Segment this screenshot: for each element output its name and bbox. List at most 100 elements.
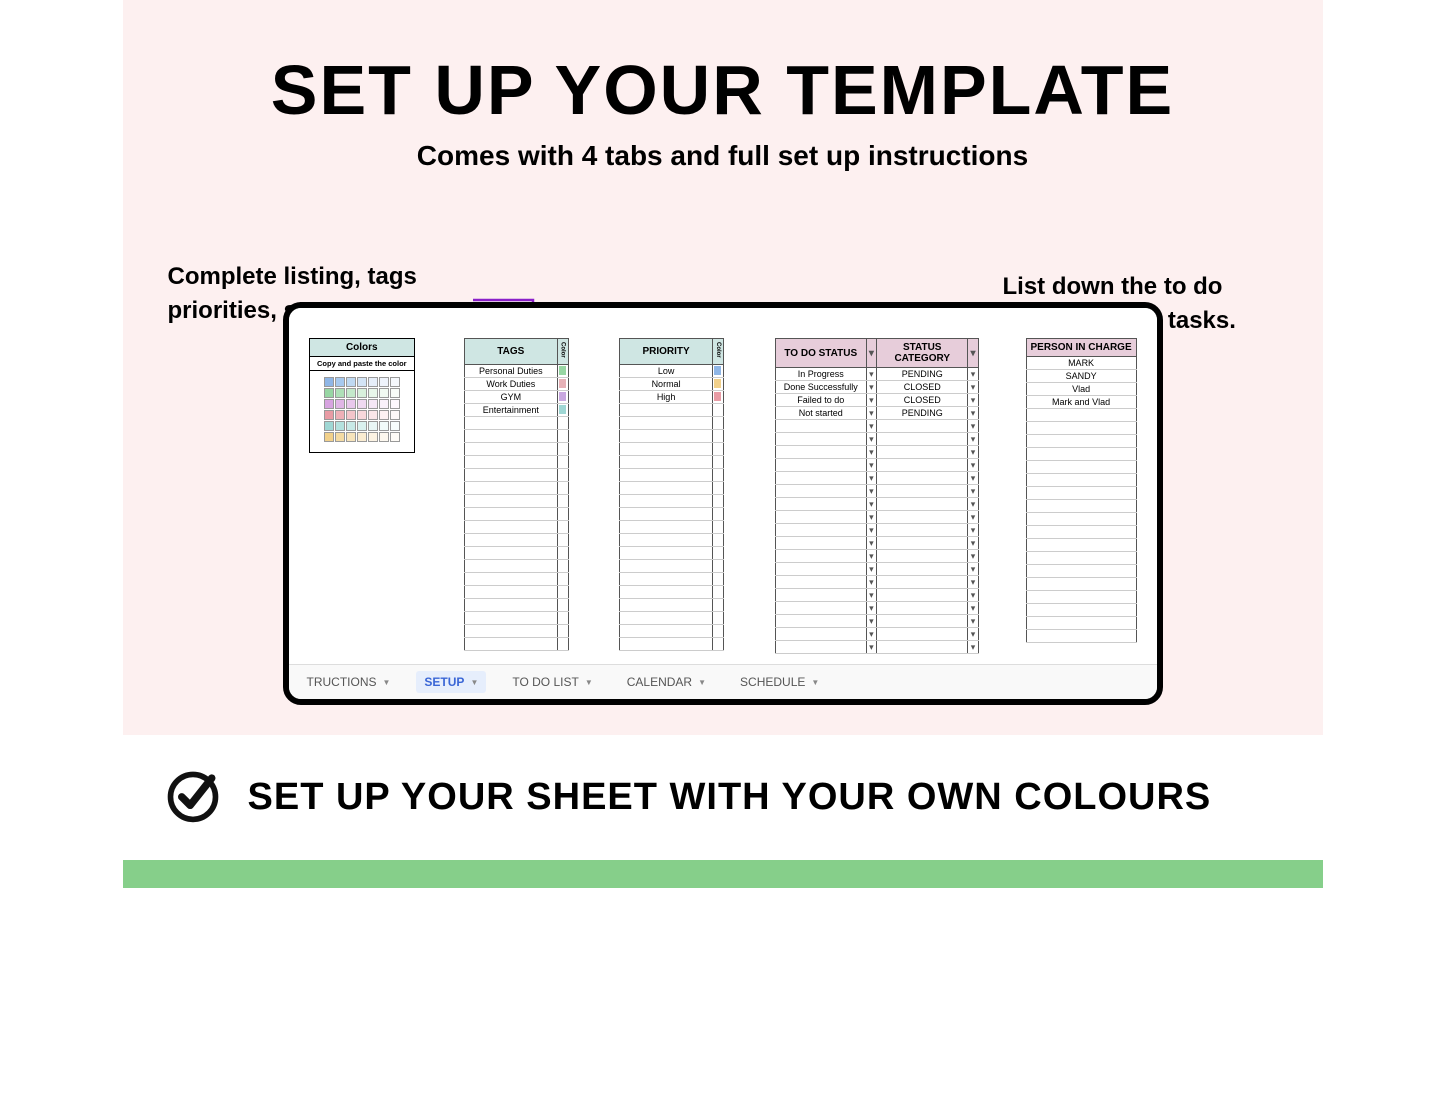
person-cell[interactable] [1026, 500, 1136, 513]
status-cell[interactable] [775, 446, 866, 459]
status-category-cell[interactable] [876, 511, 968, 524]
status-cell[interactable] [775, 563, 866, 576]
tags-color-cell[interactable] [557, 481, 568, 494]
priority-cell[interactable] [620, 455, 713, 468]
tags-cell[interactable] [464, 416, 557, 429]
color-swatch[interactable] [346, 399, 356, 409]
tags-cell[interactable] [464, 520, 557, 533]
status-category-cell[interactable] [876, 589, 968, 602]
tags-table[interactable]: TAGS Color Personal DutiesWork DutiesGYM… [464, 338, 569, 651]
color-swatch[interactable] [368, 410, 378, 420]
status-cell[interactable] [775, 472, 866, 485]
status-cell[interactable] [775, 433, 866, 446]
chevron-down-icon[interactable]: ▾ [968, 498, 978, 511]
tags-cell[interactable] [464, 585, 557, 598]
chevron-down-icon[interactable]: ▾ [866, 485, 876, 498]
status-category-cell[interactable] [876, 576, 968, 589]
color-swatch[interactable] [379, 399, 389, 409]
color-swatch[interactable] [324, 410, 334, 420]
person-cell[interactable] [1026, 539, 1136, 552]
color-swatch[interactable] [379, 432, 389, 442]
person-cell[interactable] [1026, 461, 1136, 474]
tags-cell[interactable] [464, 572, 557, 585]
tags-cell[interactable]: GYM [464, 390, 557, 403]
tags-cell[interactable] [464, 598, 557, 611]
tags-cell[interactable] [464, 611, 557, 624]
color-swatch[interactable] [357, 399, 367, 409]
person-cell[interactable]: MARK [1026, 357, 1136, 370]
priority-color-cell[interactable] [712, 559, 723, 572]
chevron-down-icon[interactable]: ▾ [866, 472, 876, 485]
priority-cell[interactable] [620, 572, 713, 585]
color-swatch[interactable] [324, 377, 334, 387]
tags-color-cell[interactable] [557, 390, 568, 403]
priority-color-cell[interactable] [712, 637, 723, 650]
status-cell[interactable] [775, 524, 866, 537]
tags-color-cell[interactable] [557, 559, 568, 572]
priority-cell[interactable] [620, 416, 713, 429]
chevron-down-icon[interactable]: ▾ [968, 563, 978, 576]
person-cell[interactable] [1026, 513, 1136, 526]
chevron-down-icon[interactable]: ▾ [968, 511, 978, 524]
status-category-cell[interactable]: CLOSED [876, 394, 968, 407]
chevron-down-icon[interactable]: ▾ [866, 381, 876, 394]
status-category-cell[interactable] [876, 628, 968, 641]
priority-color-cell[interactable] [712, 611, 723, 624]
priority-cell[interactable] [620, 546, 713, 559]
status-cell[interactable] [775, 537, 866, 550]
chevron-down-icon[interactable]: ▾ [866, 628, 876, 641]
chevron-down-icon[interactable]: ▾ [968, 641, 978, 654]
priority-color-cell[interactable] [712, 546, 723, 559]
priority-color-cell[interactable] [712, 533, 723, 546]
priority-cell[interactable] [620, 403, 713, 416]
status-cell[interactable] [775, 602, 866, 615]
status-category-cell[interactable] [876, 524, 968, 537]
status-category-cell[interactable] [876, 433, 968, 446]
tags-cell[interactable] [464, 637, 557, 650]
color-swatch[interactable] [368, 377, 378, 387]
priority-color-cell[interactable] [712, 494, 723, 507]
priority-color-cell[interactable] [712, 416, 723, 429]
priority-color-cell[interactable] [712, 429, 723, 442]
priority-cell[interactable] [620, 533, 713, 546]
color-swatch[interactable] [346, 432, 356, 442]
tags-cell[interactable] [464, 624, 557, 637]
person-cell[interactable] [1026, 448, 1136, 461]
priority-cell[interactable] [620, 611, 713, 624]
tags-color-cell[interactable] [557, 455, 568, 468]
status-cell[interactable] [775, 589, 866, 602]
chevron-down-icon[interactable]: ▾ [968, 550, 978, 563]
chevron-down-icon[interactable]: ▾ [968, 524, 978, 537]
tab-calendar[interactable]: CALENDAR▼ [619, 671, 714, 693]
status-category-cell[interactable] [876, 446, 968, 459]
person-cell[interactable] [1026, 474, 1136, 487]
color-swatch[interactable] [357, 410, 367, 420]
tags-color-cell[interactable] [557, 403, 568, 416]
chevron-down-icon[interactable]: ▾ [968, 576, 978, 589]
priority-cell[interactable]: Low [620, 364, 713, 377]
color-swatch[interactable] [335, 388, 345, 398]
status-category-cell[interactable] [876, 459, 968, 472]
color-swatch[interactable] [324, 399, 334, 409]
person-cell[interactable] [1026, 578, 1136, 591]
color-swatch[interactable] [346, 421, 356, 431]
color-swatch[interactable] [390, 432, 400, 442]
status-category-cell[interactable] [876, 615, 968, 628]
chevron-down-icon[interactable]: ▾ [866, 563, 876, 576]
priority-color-cell[interactable] [712, 520, 723, 533]
priority-cell[interactable] [620, 442, 713, 455]
chevron-down-icon[interactable]: ▾ [968, 485, 978, 498]
priority-color-cell[interactable] [712, 455, 723, 468]
tags-cell[interactable] [464, 429, 557, 442]
tags-cell[interactable] [464, 559, 557, 572]
chevron-down-icon[interactable]: ▾ [866, 550, 876, 563]
status-category-cell[interactable] [876, 420, 968, 433]
chevron-down-icon[interactable]: ▾ [968, 589, 978, 602]
priority-color-cell[interactable] [712, 403, 723, 416]
priority-cell[interactable]: Normal [620, 377, 713, 390]
person-cell[interactable] [1026, 422, 1136, 435]
status-cell[interactable] [775, 628, 866, 641]
priority-color-cell[interactable] [712, 598, 723, 611]
tags-cell[interactable]: Work Duties [464, 377, 557, 390]
tags-color-cell[interactable] [557, 494, 568, 507]
